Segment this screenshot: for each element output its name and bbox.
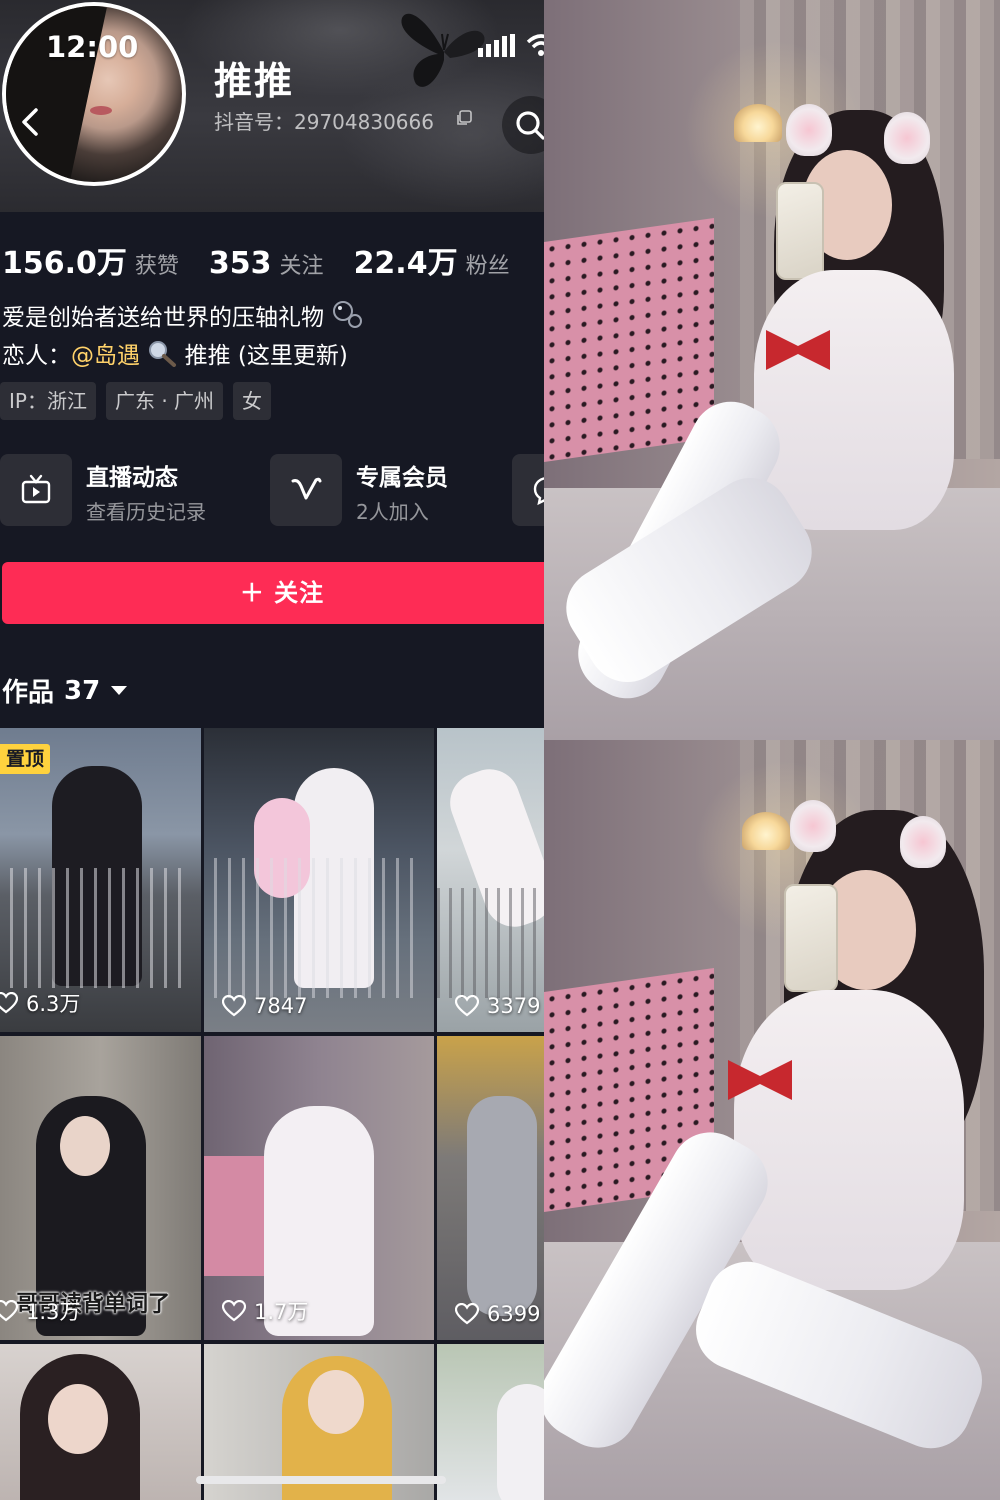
video-thumbnail[interactable]: 1.7万 <box>204 1036 434 1340</box>
followers-label[interactable]: 粉丝 <box>466 248 510 280</box>
video-like-value: 6.3万 <box>26 992 81 1016</box>
profile-stats: 156.0万 获赞 353 关注 22.4万 粉丝 <box>2 238 540 282</box>
photo-dress <box>754 270 954 530</box>
douyin-id: 抖音号：29704830666 <box>214 110 434 134</box>
likes-label: 获赞 <box>134 254 179 279</box>
v-icon <box>291 477 322 500</box>
bubbles-icon <box>333 301 363 328</box>
chat-icon <box>533 477 544 506</box>
likes-count: 156.0万 <box>2 246 127 281</box>
bio-mention-link[interactable]: @岛遇 <box>71 343 140 369</box>
photo-cat-ear <box>786 104 832 156</box>
butterfly-icon <box>401 13 485 87</box>
heart-icon <box>0 992 18 1014</box>
live-card-title: 直播动态 <box>86 465 178 491</box>
video-like-count: 1.7万 <box>222 1296 308 1326</box>
city-tag: 广东 · 广州 <box>105 382 224 420</box>
bio-line-2-text: 推推 (这里更新) <box>184 343 348 369</box>
live-card-subtitle: 查看历史记录 <box>86 500 206 524</box>
photo-bottom <box>544 740 1000 1500</box>
video-thumbnail[interactable] <box>0 1344 201 1500</box>
heart-icon <box>455 995 479 1017</box>
video-like-count: 1.3万 <box>0 1296 80 1326</box>
video-cover-face <box>60 1116 110 1176</box>
video-like-count: 6.3万 <box>0 988 80 1018</box>
video-cover-cart <box>437 888 544 998</box>
tv-icon <box>21 474 51 504</box>
video-thumbnail[interactable] <box>437 1344 544 1500</box>
bio-line-1: 爱是创始者送给世界的压轴礼物 <box>2 298 363 332</box>
bio-line-1-text: 爱是创始者送给世界的压轴礼物 <box>2 305 324 331</box>
profile-nickname: 推推 <box>214 59 295 103</box>
heart-icon <box>455 1303 479 1325</box>
video-cover-face <box>308 1370 364 1434</box>
bio-lover-label: 恋人： <box>2 343 71 369</box>
lamp <box>734 104 782 142</box>
photo-bed <box>544 218 714 462</box>
membership-card[interactable]: 专属会员 2人加入 <box>270 454 500 526</box>
caret-down-icon <box>111 685 128 695</box>
video-cover-figure <box>467 1096 537 1316</box>
signal-icon <box>478 34 515 57</box>
video-cover-figure <box>497 1384 544 1500</box>
magnifier-icon <box>149 341 177 367</box>
heart-icon <box>222 1300 246 1322</box>
video-thumbnail[interactable]: 3379 <box>437 728 544 1032</box>
gender-tag: 女 <box>233 382 272 420</box>
video-like-count: 3379 <box>455 994 540 1018</box>
member-icon-box <box>270 454 342 526</box>
video-cover-cart <box>10 868 190 988</box>
video-like-value: 7847 <box>254 994 308 1018</box>
video-like-count: 6399 <box>455 1302 540 1326</box>
member-card-title: 专属会员 <box>356 465 448 491</box>
photo-phone <box>776 182 824 280</box>
video-like-value: 1.7万 <box>254 1300 309 1324</box>
photo-phone <box>784 884 838 992</box>
search-icon <box>516 111 544 140</box>
profile-screen: 12:00 推推 抖音号：29704830666 156.0万 获赞 353 关… <box>0 0 544 1500</box>
video-like-value: 6399 <box>487 1302 541 1326</box>
more-service-card[interactable] <box>512 454 544 526</box>
live-history-card[interactable]: 直播动态 查看历史记录 <box>0 454 250 526</box>
photo-cat-ear <box>884 112 930 164</box>
video-cover-cart <box>214 858 424 998</box>
works-tab-label: 作品 <box>2 678 55 708</box>
works-tab-count: 37 <box>64 675 101 706</box>
video-thumbnail[interactable]: 置顶 6.3万 <box>0 728 201 1032</box>
avatar-lips <box>90 106 112 115</box>
ip-location-tag: IP：浙江 <box>0 382 96 420</box>
heart-icon <box>222 995 246 1017</box>
video-thumbnail[interactable]: 6399 <box>437 1036 544 1340</box>
bio-line-2: 恋人：@岛遇 推推 (这里更新) <box>2 336 348 370</box>
profile-tags: IP：浙江 广东 · 广州 女 <box>0 382 272 420</box>
photo-cat-ear <box>900 816 946 868</box>
video-grid: 置顶 6.3万 7847 3379 哥哥读背单词了 1.3万 1.7万 6399 <box>0 728 544 1500</box>
lamp <box>742 812 790 850</box>
following-count[interactable]: 353 <box>209 246 272 281</box>
follow-button[interactable]: ＋ 关注 <box>2 562 544 624</box>
video-like-value: 3379 <box>487 994 541 1018</box>
more-service-icon-box <box>512 454 544 526</box>
member-card-subtitle: 2人加入 <box>356 500 429 524</box>
followers-count[interactable]: 22.4万 <box>354 238 458 282</box>
works-tab[interactable]: 作品 37 <box>2 672 128 709</box>
video-cover-face <box>48 1384 108 1454</box>
status-bar-time: 12:00 <box>46 30 139 64</box>
video-like-count: 7847 <box>222 994 307 1018</box>
heart-icon <box>0 1300 18 1322</box>
live-icon-box <box>0 454 72 526</box>
home-indicator[interactable] <box>196 1476 446 1484</box>
photo-dress <box>734 990 964 1290</box>
pinned-badge: 置顶 <box>0 744 51 774</box>
photo-top <box>544 0 1000 740</box>
following-label[interactable]: 关注 <box>280 248 324 280</box>
back-arrow-icon[interactable] <box>14 104 50 140</box>
copy-icon[interactable] <box>456 110 472 126</box>
video-thumbnail[interactable]: 7847 <box>204 728 434 1032</box>
video-like-value: 1.3万 <box>26 1300 81 1324</box>
wifi-icon <box>526 34 544 56</box>
photo-cat-ear <box>790 800 836 852</box>
video-thumbnail[interactable]: 哥哥读背单词了 1.3万 <box>0 1036 201 1340</box>
